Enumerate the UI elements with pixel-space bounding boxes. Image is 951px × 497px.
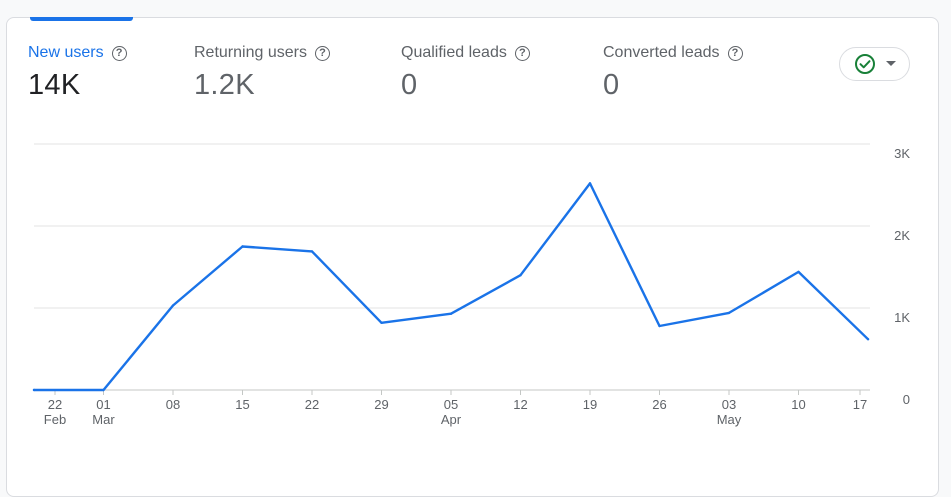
x-tick-label: 03: [722, 397, 736, 412]
data-point: [658, 324, 661, 328]
y-tick-label: 1K: [894, 310, 910, 325]
data-point: [380, 321, 383, 324]
data-point: [866, 337, 870, 341]
y-tick-label: 0: [903, 392, 910, 407]
x-axis-ticks: 22Feb01Mar08 15 22 29 05Apr12 19 26 03May10 17: [44, 390, 867, 427]
data-point: [588, 182, 592, 185]
data-point: [727, 311, 731, 315]
x-tick-label: 10: [791, 397, 805, 412]
data-point: [310, 250, 314, 253]
data-point: [241, 245, 244, 248]
series-layer: [32, 182, 870, 392]
x-tick-label: 15: [235, 397, 249, 412]
x-tick-label: 22: [305, 397, 319, 412]
x-tick-label: 05: [444, 397, 458, 412]
data-point: [171, 304, 175, 307]
x-tick-label: 17: [853, 397, 867, 412]
x-tick-label: 08: [166, 397, 180, 412]
line-chart: 01K2K3K 22Feb01Mar08 15 22 29 05Apr12 19 26 03M…: [32, 143, 910, 427]
x-tick-label: 29: [374, 397, 388, 412]
y-axis-ticks: 0 1K 2K 3K: [894, 146, 910, 407]
series-line-new-users: [32, 182, 870, 392]
x-tick-label: 26: [652, 397, 666, 412]
y-tick-label: 2K: [894, 228, 910, 243]
data-point: [32, 388, 36, 392]
x-tick-month-label: May: [717, 412, 742, 427]
data-point: [102, 388, 105, 392]
x-tick-month-label: Feb: [44, 412, 66, 427]
x-tick-month-label: Mar: [92, 412, 115, 427]
x-tick-label: 19: [583, 397, 597, 412]
gridlines: [34, 143, 870, 391]
data-point: [449, 312, 453, 315]
y-tick-label: 3K: [894, 146, 910, 161]
data-point: [797, 270, 800, 274]
x-tick-label: 22: [48, 397, 62, 412]
x-tick-month-label: Apr: [441, 412, 462, 427]
x-tick-label: 01: [96, 397, 110, 412]
x-tick-label: 12: [513, 397, 527, 412]
data-point: [519, 274, 522, 277]
